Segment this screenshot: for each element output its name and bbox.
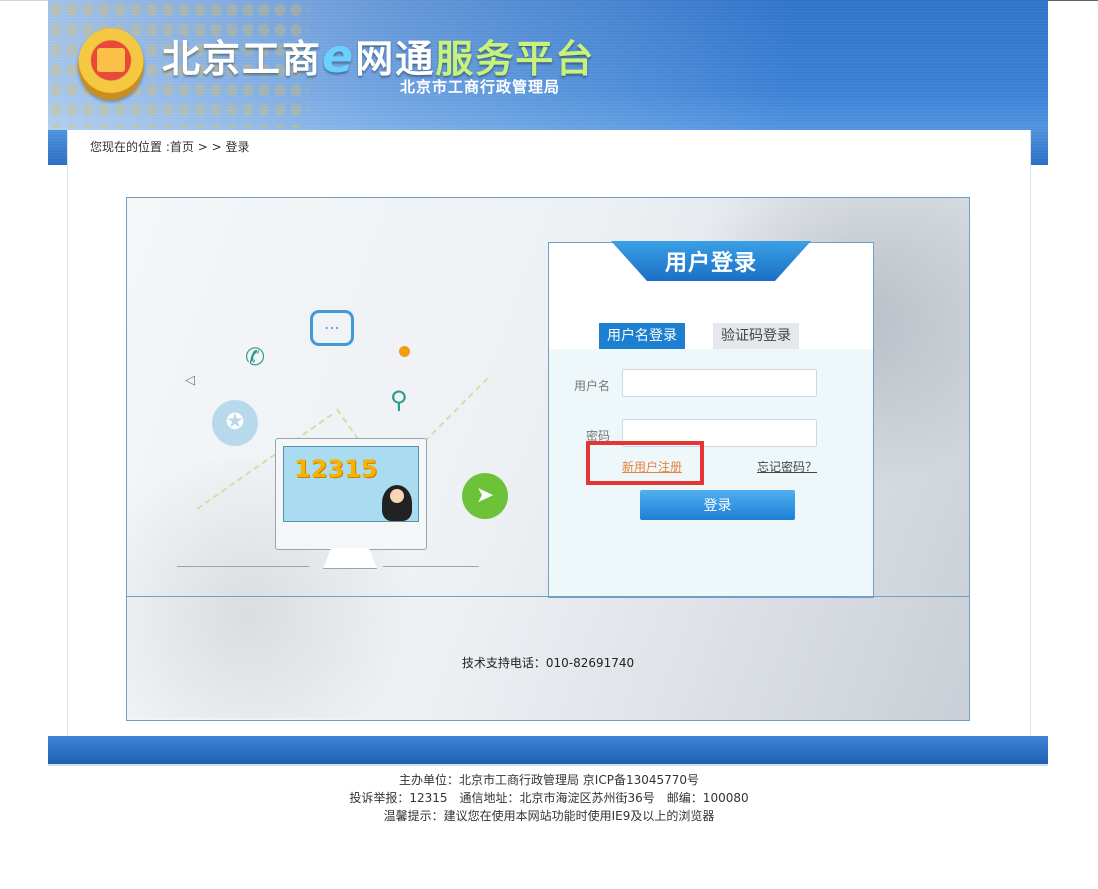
monitor-stand [323, 548, 377, 569]
highlight-box [586, 441, 704, 485]
footer-sponsor: 主办单位：北京市工商行政管理局 京ICP备13045770号 [398, 773, 700, 787]
breadcrumb-current: 登录 [225, 140, 250, 154]
breadcrumb-home-link[interactable]: 首页 [170, 140, 194, 154]
send-arrow-icon: ➤ [462, 473, 508, 519]
footer-contact: 投诉举报：12315 通信地址：北京市海淀区苏州街36号 邮编：100080 [349, 791, 749, 805]
decor-dashed-line [416, 377, 489, 450]
site-footer: 主办单位：北京市工商行政管理局 京ICP备13045770号 投诉举报：1231… [0, 771, 1098, 825]
stage-divider [127, 596, 969, 597]
shield-icon: ✪ [212, 400, 258, 446]
phone-icon: ✆ [245, 343, 266, 371]
site-title-part1: 北京工商 [162, 36, 323, 81]
tab-username-login[interactable]: 用户名登录 [599, 323, 685, 349]
monitor-base-line-right [383, 566, 479, 567]
monitor-screen: 12315 [283, 446, 419, 522]
monitor-base-line-left [177, 566, 309, 567]
footer-bar [48, 736, 1048, 766]
orange-dot-icon [399, 346, 410, 357]
site-subtitle: 北京市工商行政管理局 [400, 78, 561, 96]
login-title-ribbon: 用户登录 [611, 241, 811, 281]
content-panel: 您现在的位置 :首页 > > 登录 ◁ ✆ ⋯ ⚲ ✪ 12315 ➤ 用户登录… [67, 130, 1031, 736]
support-phone-text: 技术支持电话：010-82691740 [461, 656, 635, 670]
site-title-part3: 服务平台 [435, 36, 596, 81]
breadcrumb-prefix: 您现在的位置 : [90, 140, 170, 154]
login-title: 用户登录 [664, 251, 757, 276]
triangle-icon: ◁ [185, 373, 195, 388]
chat-bubble-icon: ⋯ [310, 310, 354, 346]
login-stage: ◁ ✆ ⋯ ⚲ ✪ 12315 ➤ 用户登录 用户名登录 验证码登录 用户名 密… [126, 197, 970, 721]
footer-browser-tip: 温馨提示：建议您在使用本网站功能时使用IE9及以上的浏览器 [383, 809, 715, 823]
tab-verification-code-login[interactable]: 验证码登录 [713, 323, 799, 349]
search-icon: ⚲ [390, 386, 408, 414]
site-title-part2: 网通 [355, 36, 436, 81]
username-input[interactable] [622, 369, 817, 397]
monitor-icon: 12315 [275, 438, 427, 550]
hotline-number: 12315 [294, 455, 378, 483]
username-label: 用户名 [574, 379, 611, 393]
top-border-edge [1048, 0, 1098, 1]
agent-avatar-icon [382, 485, 412, 521]
forgot-password-link[interactable]: 忘记密码？ [757, 458, 817, 475]
national-emblem-icon [78, 28, 144, 100]
login-box: 用户登录 用户名登录 验证码登录 用户名 密码 新用户注册 忘记密码？ 登录 [548, 241, 874, 598]
site-title-e-logo: e [322, 29, 356, 83]
login-button[interactable]: 登录 [640, 490, 795, 520]
site-title: 北京工商e网通服务平台 [162, 28, 595, 83]
breadcrumb: 您现在的位置 :首页 > > 登录 [90, 138, 249, 155]
breadcrumb-separator: > > [197, 140, 222, 154]
